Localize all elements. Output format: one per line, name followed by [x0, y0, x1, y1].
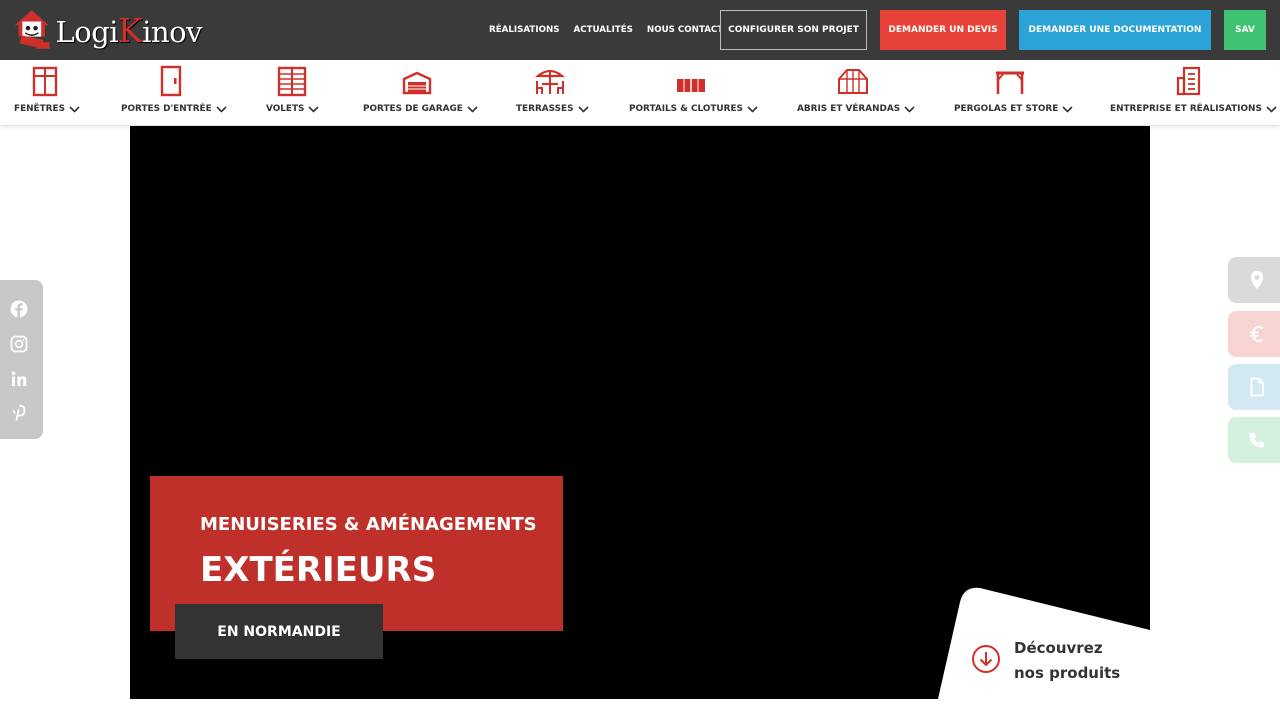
region-button[interactable]: EN NORMANDIE	[175, 604, 383, 659]
chevron-down-icon	[747, 105, 758, 113]
category-portes-entree[interactable]: PORTES D'ENTRÉE	[121, 60, 227, 126]
category-label: PORTES D'ENTRÉE	[121, 104, 212, 114]
chevron-down-icon	[69, 105, 80, 113]
hero-title: EXTÉRIEURS	[200, 550, 437, 590]
chevron-down-icon	[308, 105, 319, 113]
chevron-down-icon	[1062, 105, 1073, 113]
category-label: VOLETS	[266, 104, 305, 114]
nav-link-actualites[interactable]: ACTUALITÉS	[574, 25, 633, 35]
sav-button[interactable]: SAV	[1224, 10, 1266, 50]
category-terrasses[interactable]: TERRASSES	[516, 60, 589, 126]
chevron-down-icon	[1266, 105, 1277, 113]
top-nav: RÉALISATIONS ACTUALITÉS NOUS CONTACTER	[489, 0, 750, 60]
discover-line-1: Découvrez	[1014, 639, 1103, 657]
category-label: ENTREPRISE ET RÉALISATIONS	[1110, 104, 1262, 114]
request-quote-button[interactable]: DEMANDER UN DEVIS	[880, 10, 1006, 50]
location-pin-icon	[1251, 271, 1263, 289]
shutter-icon	[277, 66, 307, 97]
pinterest-icon[interactable]	[10, 404, 28, 422]
side-tab-documentation[interactable]	[1228, 364, 1280, 410]
side-tab-phone[interactable]	[1228, 417, 1280, 463]
phone-icon	[1249, 433, 1264, 448]
linkedin-icon[interactable]	[10, 370, 28, 388]
category-label: ABRIS ET VÉRANDAS	[797, 104, 901, 114]
document-icon	[1250, 377, 1264, 397]
garage-icon	[402, 71, 432, 95]
category-label: PORTAILS & CLOTURES	[629, 104, 743, 114]
logo-mascot-icon	[14, 10, 50, 49]
category-label: PORTES DE GARAGE	[363, 104, 463, 114]
hero-subtitle: MENUISERIES & AMÉNAGEMENTS	[200, 514, 537, 535]
arrow-down-circle-icon[interactable]	[971, 644, 1001, 674]
terrace-table-icon	[534, 69, 566, 94]
side-tab-quote[interactable]	[1228, 311, 1280, 357]
category-label: FENÊTRES	[14, 104, 65, 114]
pergola-icon	[996, 71, 1024, 94]
category-abris-verandas[interactable]: ABRIS ET VÉRANDAS	[797, 60, 915, 126]
chevron-down-icon	[577, 105, 589, 113]
discover-line-2: nos produits	[1014, 664, 1121, 682]
category-fenetres[interactable]: FENÊTRES	[14, 60, 80, 126]
category-portails-clotures[interactable]: PORTAILS & CLOTURES	[629, 60, 758, 126]
top-header: LogiKinov RÉALISATIONS ACTUALITÉS NOUS C…	[0, 0, 1280, 60]
side-tab-location[interactable]	[1228, 257, 1280, 303]
social-sidebar	[0, 280, 43, 439]
veranda-icon	[838, 69, 868, 94]
category-entreprise-realisations[interactable]: ENTREPRISE ET RÉALISATIONS	[1110, 60, 1277, 126]
building-icon	[1176, 66, 1201, 96]
chevron-down-icon	[216, 105, 227, 113]
request-documentation-button[interactable]: DEMANDER UNE DOCUMENTATION	[1019, 10, 1211, 50]
configure-project-button[interactable]: CONFIGURER SON PROJET	[720, 10, 867, 50]
nav-link-realisations[interactable]: RÉALISATIONS	[489, 25, 560, 35]
category-portes-garage[interactable]: PORTES DE GARAGE	[363, 60, 478, 126]
category-nav: FENÊTRES PORTES D'ENTRÉE VOLETS PORTES D…	[0, 60, 1280, 126]
window-icon	[32, 66, 58, 97]
logo-text: LogiKinov	[55, 10, 202, 50]
chevron-down-icon	[904, 105, 915, 113]
door-icon	[160, 65, 182, 97]
category-label: TERRASSES	[516, 104, 574, 114]
discover-products-link[interactable]: Découvrez nos produits	[1014, 636, 1120, 686]
category-volets[interactable]: VOLETS	[266, 60, 319, 126]
facebook-icon[interactable]	[10, 300, 28, 318]
logo[interactable]: LogiKinov	[12, 6, 202, 54]
category-label: PERGOLAS ET STORE	[954, 104, 1059, 114]
instagram-icon[interactable]	[10, 335, 28, 353]
euro-icon	[1250, 325, 1264, 343]
gate-icon	[677, 79, 705, 92]
chevron-down-icon	[467, 105, 478, 113]
category-pergolas-store[interactable]: PERGOLAS ET STORE	[954, 60, 1073, 126]
